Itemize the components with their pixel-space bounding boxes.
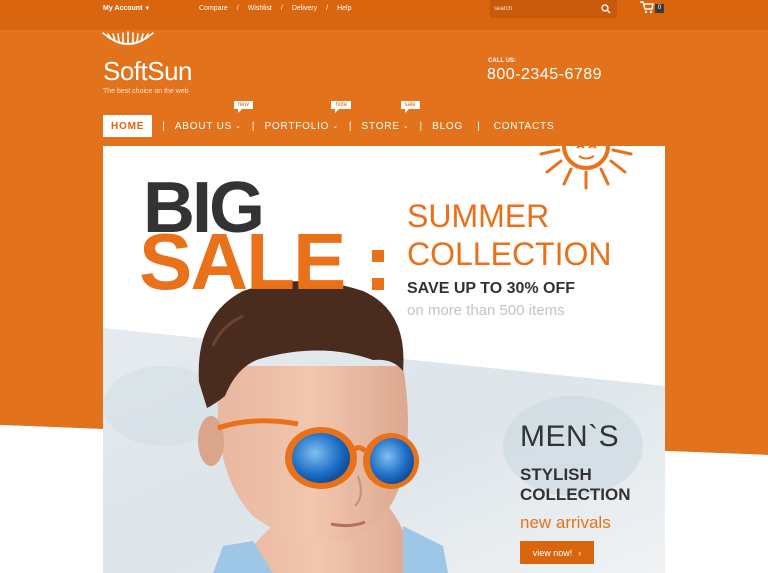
save-offer: SAVE UP TO 30% OFF [407, 280, 576, 297]
my-account-label: My Account [103, 5, 143, 12]
nav-store-label: STORE [361, 120, 400, 132]
stylish-title: STYLISH [520, 465, 592, 484]
chevron-down-icon: ⌄ [235, 123, 242, 130]
cart-count-badge: 0 [655, 4, 664, 13]
help-link[interactable]: Help [337, 5, 351, 12]
nav-separator: | [162, 120, 165, 132]
chevron-down-icon: ⌄ [332, 123, 339, 130]
stylish-collection-title: COLLECTION [520, 485, 631, 504]
nav-separator: | [419, 120, 423, 132]
mens-title: MEN`S [520, 420, 620, 453]
nav-store[interactable]: STORE ⌄ sale [361, 101, 420, 137]
top-links: Compare / Wishlist / Delivery / Help [199, 5, 351, 12]
summer-title: SUMMER [407, 198, 550, 234]
sun-decoration-icon [539, 146, 633, 190]
nav-about[interactable]: ABOUT US ⌄ new [174, 101, 253, 137]
call-us-label: CALL US: [488, 58, 516, 64]
my-account-menu[interactable]: My Account ▼ [103, 5, 150, 12]
search-box [490, 0, 617, 18]
nav-contacts[interactable]: CONTACTS [494, 115, 555, 137]
sun-logo-icon [102, 31, 154, 45]
link-separator: / [280, 5, 283, 12]
new-arrivals-text: new arrivals [520, 513, 611, 532]
chevron-down-icon: ▼ [144, 6, 151, 12]
nav-badge-hote: hote [331, 101, 352, 113]
nav-badge-sale: sale [400, 101, 420, 113]
cart-button[interactable]: 0 [640, 1, 666, 15]
logo-name[interactable]: SoftSun [103, 56, 193, 87]
collection-title: COLLECTION [407, 236, 612, 272]
delivery-link[interactable]: Delivery [292, 5, 317, 12]
nav-portfolio-label: PORTFOLIO [264, 120, 330, 132]
search-icon[interactable] [601, 4, 611, 14]
top-bar: My Account ▼ Compare / Wishlist / Delive… [0, 0, 768, 30]
phone-number: 800-2345-6789 [487, 66, 603, 83]
wishlist-link[interactable]: Wishlist [248, 5, 272, 12]
main-nav: HOME | ABOUT US ⌄ new | PORTFOLIO ⌄ hote… [103, 101, 555, 137]
view-now-label: view now! [532, 547, 573, 558]
sale-colon [372, 250, 384, 290]
link-separator: / [236, 5, 239, 12]
chevron-right-icon: › [578, 547, 582, 558]
nav-contacts-label: CONTACTS [493, 120, 555, 132]
chevron-down-icon: ⌄ [402, 123, 410, 130]
nav-home[interactable]: HOME [103, 115, 153, 137]
search-input[interactable] [494, 3, 594, 15]
nav-about-label: ABOUT US [174, 120, 233, 132]
nav-badge-new: new [233, 101, 253, 113]
nav-blog-label: BLOG [432, 120, 464, 132]
nav-blog[interactable]: BLOG [432, 115, 463, 137]
items-count-text: on more than 500 items [407, 302, 565, 319]
cart-icon [640, 1, 654, 14]
nav-home-label: HOME [111, 120, 145, 132]
compare-link[interactable]: Compare [199, 5, 228, 12]
nav-separator: | [251, 120, 255, 132]
nav-separator: | [477, 120, 480, 132]
nav-separator: | [348, 120, 352, 132]
logo-tagline: The best choice on the web [103, 88, 189, 95]
link-separator: / [326, 5, 329, 12]
sale-headline: SALE [139, 217, 346, 306]
hero-banner[interactable]: BIG SALE SUMMER COLLECTION SAVE UP TO 30… [103, 146, 665, 573]
nav-portfolio[interactable]: PORTFOLIO ⌄ hote [264, 101, 352, 137]
view-now-button[interactable]: view now! › [520, 541, 594, 564]
